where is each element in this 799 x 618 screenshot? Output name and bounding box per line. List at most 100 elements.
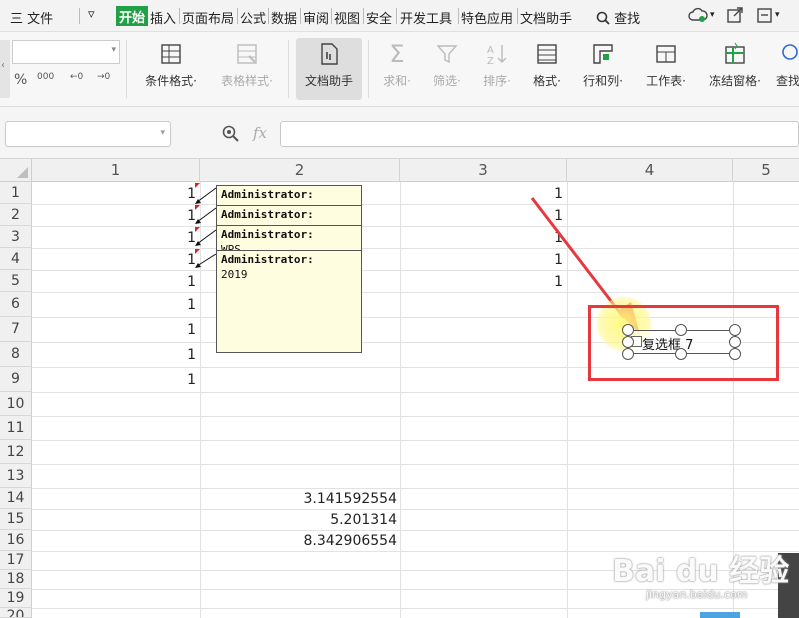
resize-handle[interactable] — [622, 348, 634, 360]
name-box[interactable]: ▾ — [5, 121, 171, 147]
cell-r3-c1[interactable]: 1 — [32, 226, 196, 248]
cloud-sync-icon[interactable] — [688, 6, 708, 28]
ribbon-divider — [288, 40, 289, 98]
row-header-18[interactable]: 18 — [0, 570, 32, 589]
tab-doc-assistant[interactable]: 文档助手 — [520, 8, 572, 27]
cell-r15-c2[interactable]: 5.201314 — [200, 509, 397, 530]
cell-r5-c1[interactable]: 1 — [32, 270, 196, 292]
table-style-button[interactable]: 表格样式· — [212, 32, 282, 107]
menu-separator — [268, 8, 269, 24]
comment-box[interactable]: Administrator: — [216, 185, 362, 207]
tab-special-apps[interactable]: 特色应用 — [461, 8, 513, 27]
row-header-13[interactable]: 13 — [0, 464, 32, 488]
cloud-dropdown-icon[interactable]: ▾ — [710, 10, 715, 20]
decrease-decimal-button[interactable]: →0 — [97, 72, 110, 82]
cell-r1-c1[interactable]: 1 — [32, 182, 196, 204]
column-header-4[interactable]: 4 — [567, 159, 733, 182]
formula-input[interactable] — [280, 121, 799, 147]
tab-security[interactable]: 安全 — [366, 8, 392, 27]
menu-separator — [300, 8, 301, 24]
row-header-6[interactable]: 6 — [0, 292, 32, 317]
conditional-format-button[interactable]: 条件格式· — [136, 32, 206, 107]
row-header-17[interactable]: 17 — [0, 551, 32, 570]
sum-button[interactable]: Σ 求和· — [374, 32, 420, 107]
cell-r7-c1[interactable]: 1 — [32, 318, 196, 340]
percent-format-button[interactable]: % — [14, 72, 27, 88]
row-header-7[interactable]: 7 — [0, 317, 32, 342]
comment-box[interactable]: Administrator: — [216, 205, 362, 227]
tab-data[interactable]: 数据 — [271, 8, 297, 27]
resize-handle[interactable] — [622, 336, 634, 348]
row-header-10[interactable]: 10 — [0, 392, 32, 416]
increase-decimal-button[interactable]: ←0 — [70, 72, 83, 82]
find-button[interactable]: 查找 — [776, 32, 799, 107]
resize-handle[interactable] — [729, 324, 741, 336]
tab-review[interactable]: 审阅 — [303, 8, 329, 27]
resize-handle[interactable] — [675, 348, 687, 360]
column-header-3[interactable]: 3 — [400, 159, 567, 182]
worksheet-icon — [656, 45, 676, 63]
row-header-9[interactable]: 9 — [0, 367, 32, 392]
resize-handle[interactable] — [622, 324, 634, 336]
worksheet-button[interactable]: 工作表· — [638, 32, 694, 107]
tab-view[interactable]: 视图 — [334, 8, 360, 27]
cell-r8-c1[interactable]: 1 — [32, 343, 196, 365]
zoom-formula-icon[interactable] — [222, 125, 240, 146]
row-header-20[interactable]: 20 — [0, 608, 32, 618]
quick-access-dropdown-icon[interactable]: ▿ — [88, 7, 95, 22]
row-header-2[interactable]: 2 — [0, 204, 32, 226]
share-icon[interactable] — [726, 6, 744, 28]
column-header-2[interactable]: 2 — [200, 159, 400, 182]
thousands-format-button[interactable]: 000 — [37, 72, 54, 82]
more-dropdown-icon[interactable]: ▾ — [775, 10, 780, 20]
row-header-15[interactable]: 15 — [0, 509, 32, 530]
freeze-panes-button[interactable]: 冻结窗格· — [700, 32, 770, 107]
cell-r9-c1[interactable]: 1 — [32, 368, 196, 390]
resize-handle[interactable] — [729, 348, 741, 360]
number-format-select[interactable]: ▾ — [12, 40, 120, 64]
resize-handle[interactable] — [675, 324, 687, 336]
menu-separator — [517, 8, 518, 24]
chevron-down-icon: ▾ — [160, 128, 165, 138]
row-header-11[interactable]: 11 — [0, 416, 32, 440]
tab-developer[interactable]: 开发工具 — [400, 8, 452, 27]
comment-box[interactable]: Administrator: 2019 — [216, 250, 362, 353]
resize-handle[interactable] — [729, 336, 741, 348]
row-header-4[interactable]: 4 — [0, 248, 32, 270]
ribbon-scroll-left[interactable]: ‹ — [0, 40, 10, 98]
row-header-5[interactable]: 5 — [0, 270, 32, 292]
file-menu[interactable]: 三 文件 — [10, 8, 53, 27]
more-options-icon[interactable] — [756, 6, 774, 28]
sort-button[interactable]: AZ 排序· — [474, 32, 520, 107]
cell-r14-c2[interactable]: 3.141592554 — [200, 488, 397, 509]
cell-r16-c2[interactable]: 8.342906554 — [200, 530, 397, 551]
rows-columns-button[interactable]: 行和列· — [574, 32, 632, 107]
select-all-corner[interactable] — [0, 159, 32, 182]
freeze-panes-icon — [725, 42, 745, 64]
search-label: 查找 — [614, 12, 641, 27]
gridline — [32, 530, 799, 531]
doc-assistant-button[interactable]: 文档助手 — [296, 38, 362, 100]
row-header-1[interactable]: 1 — [0, 182, 32, 204]
tab-home[interactable]: 开始 — [116, 6, 149, 26]
filter-button[interactable]: 筛选· — [424, 32, 470, 107]
cell-r6-c1[interactable]: 1 — [32, 293, 196, 315]
row-header-16[interactable]: 16 — [0, 530, 32, 551]
tab-formulas[interactable]: 公式 — [240, 8, 266, 27]
row-header-14[interactable]: 14 — [0, 488, 32, 509]
tab-insert[interactable]: 插入 — [150, 8, 176, 27]
comment-box[interactable]: Administrator: WPS — [216, 225, 362, 251]
row-header-12[interactable]: 12 — [0, 440, 32, 464]
format-button[interactable]: 格式· — [524, 32, 570, 107]
filter-icon — [436, 45, 458, 64]
cell-r2-c1[interactable]: 1 — [32, 204, 196, 226]
cell-r4-c1[interactable]: 1 — [32, 248, 196, 270]
tab-page-layout[interactable]: 页面布局 — [182, 8, 234, 27]
column-header-1[interactable]: 1 — [32, 159, 200, 182]
column-header-5[interactable]: 5 — [733, 159, 799, 182]
row-header-8[interactable]: 8 — [0, 342, 32, 367]
search-button[interactable]: 查找 — [596, 8, 640, 27]
row-header-3[interactable]: 3 — [0, 226, 32, 248]
fx-icon[interactable]: fx — [253, 124, 267, 142]
row-header-19[interactable]: 19 — [0, 589, 32, 608]
